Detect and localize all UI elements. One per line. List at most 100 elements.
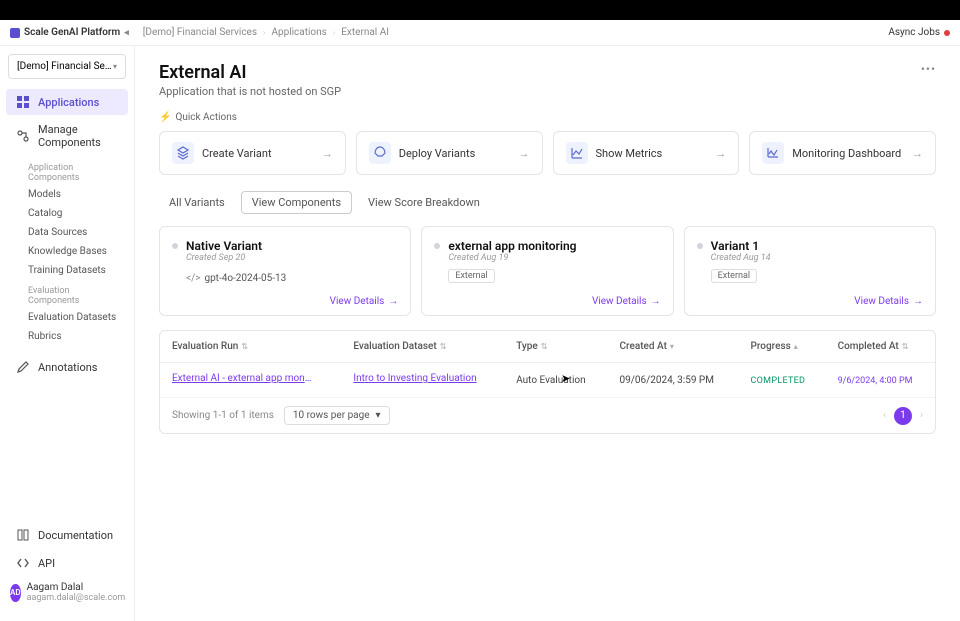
arrow-right-icon: → [519,147,530,160]
quick-actions-label: ⚡ Quick Actions [159,112,936,123]
variant-date: Created Aug 19 [448,253,576,263]
tab-all-variants[interactable]: All Variants [159,192,235,213]
run-link[interactable]: External AI - external app monito... [172,373,312,384]
external-badge: External [448,269,494,283]
dataset-link[interactable]: Intro to Investing Evaluation [353,373,476,384]
view-details-link[interactable]: View Details → [330,296,399,307]
status-dot-icon [172,243,178,249]
column-header-type[interactable]: Type⇅ [504,331,607,363]
prev-page-button[interactable]: ‹ [883,410,886,421]
arrow-right-icon: → [388,296,398,307]
view-details-link[interactable]: View Details → [592,296,661,307]
layers-icon [172,142,194,164]
sort-icon: ⇅ [541,342,548,351]
sidebar-section-app-components: Application Components [0,157,134,185]
tab-view-components[interactable]: View Components [241,191,352,214]
table-row[interactable]: External AI - external app monito... Int… [160,363,935,398]
avatar: AD [10,584,21,602]
cube-icon [10,28,20,38]
breadcrumb: [Demo] Financial Services › Applications… [143,27,389,38]
progress-badge: COMPLETED [751,376,806,386]
user-name: Aagam Dalal [27,582,126,593]
external-badge: External [711,269,757,283]
variant-card[interactable]: Variant 1 Created Aug 14 External View D… [684,226,936,316]
sidebar-item-applications[interactable]: Applications [6,89,128,115]
view-details-link[interactable]: View Details → [854,296,923,307]
sort-icon: ⇅ [902,342,909,351]
platform-label: Scale GenAI Platform [24,27,120,38]
sidebar-item-annotations[interactable]: Annotations [6,354,128,380]
next-page-button[interactable]: › [920,410,923,421]
sort-icon: ⇅ [440,342,447,351]
code-icon: </> [186,273,200,284]
user-email: aagam.dalal@scale.com [27,593,126,603]
chevron-down-icon: ▾ [376,410,381,421]
action-label: Show Metrics [596,147,708,160]
lightning-icon: ⚡ [159,112,171,123]
arrow-right-icon: → [912,147,923,160]
status-dot-icon [944,30,950,36]
sidebar-item-label: Documentation [38,529,113,542]
sidebar-item-documentation[interactable]: Documentation [6,522,128,548]
action-label: Deploy Variants [399,147,511,160]
sidebar-item-label: Annotations [38,361,97,374]
tab-view-score-breakdown[interactable]: View Score Breakdown [358,192,490,213]
sidebar-item-api[interactable]: API [6,550,128,576]
monitoring-dashboard-card[interactable]: Monitoring Dashboard → [749,131,936,175]
breadcrumb-item[interactable]: [Demo] Financial Services [143,27,257,38]
rows-per-page-select[interactable]: 10 rows per page ▾ [284,406,390,425]
breadcrumb-item[interactable]: Applications [271,27,326,38]
user-block[interactable]: AD Aagam Dalal aagam.dalal@scale.com [0,578,134,607]
column-header-created[interactable]: Created At▾ [608,331,739,363]
sidebar-item-data-sources[interactable]: Data Sources [0,223,134,242]
variant-name: Native Variant [186,239,262,253]
main-content: External AI Application that is not host… [135,46,960,621]
async-jobs-button[interactable]: Async Jobs [888,27,950,38]
breadcrumb-item[interactable]: External AI [341,27,389,38]
deploy-variants-card[interactable]: Deploy Variants → [356,131,543,175]
column-header-progress[interactable]: Progress▴ [739,331,826,363]
action-label: Monitoring Dashboard [792,147,904,160]
workspace-selector[interactable]: [Demo] Financial Servi... ▾ [8,54,126,79]
status-dot-icon [434,243,440,249]
create-variant-card[interactable]: Create Variant → [159,131,346,175]
more-button[interactable]: ••• [921,62,936,76]
variant-model: </> gpt-4o-2024-05-13 [186,273,398,284]
sidebar-item-evaluation-datasets[interactable]: Evaluation Datasets [0,308,134,327]
collapse-caret-icon[interactable]: ◂ [124,28,129,38]
sidebar-item-label: API [38,557,55,570]
pagination: ‹ 1 › [883,407,923,425]
sidebar-item-training-datasets[interactable]: Training Datasets [0,261,134,280]
arrow-right-icon: → [715,147,726,160]
showing-label: Showing 1-1 of 1 items [172,410,274,421]
sidebar-item-label: Applications [38,96,99,109]
variant-card[interactable]: external app monitoring Created Aug 19 E… [421,226,673,316]
chevron-down-icon: ▾ [113,62,117,71]
variant-card[interactable]: Native Variant Created Sep 20 </> gpt-4o… [159,226,411,316]
variant-name: Variant 1 [711,239,771,253]
sidebar-item-catalog[interactable]: Catalog [0,204,134,223]
header-bar: Scale GenAI Platform ◂ [Demo] Financial … [0,20,960,46]
puzzle-icon [16,129,30,143]
sidebar-item-rubrics[interactable]: Rubrics [0,327,134,346]
book-icon [16,528,30,542]
chevron-right-icon: › [263,28,265,37]
sort-icon: ⇅ [241,342,248,351]
async-jobs-label: Async Jobs [888,27,940,38]
page-number[interactable]: 1 [894,407,912,425]
variant-date: Created Sep 20 [186,253,262,263]
column-header-run[interactable]: Evaluation Run⇅ [160,331,341,363]
platform-badge[interactable]: Scale GenAI Platform ◂ [10,27,129,38]
sidebar-section-eval-components: Evaluation Components [0,280,134,308]
column-header-completed[interactable]: Completed At⇅ [826,331,935,363]
sidebar-item-manage-components[interactable]: Manage Components [6,117,128,155]
sidebar-item-knowledge-bases[interactable]: Knowledge Bases [0,242,134,261]
workspace-label: [Demo] Financial Servi... [17,61,113,72]
sidebar-item-models[interactable]: Models [0,185,134,204]
variant-date: Created Aug 14 [711,253,771,263]
arrow-right-icon: → [913,296,923,307]
chevron-right-icon: › [333,28,335,37]
column-header-dataset[interactable]: Evaluation Dataset⇅ [341,331,504,363]
show-metrics-card[interactable]: Show Metrics → [553,131,740,175]
page-title: External AI [159,62,341,83]
